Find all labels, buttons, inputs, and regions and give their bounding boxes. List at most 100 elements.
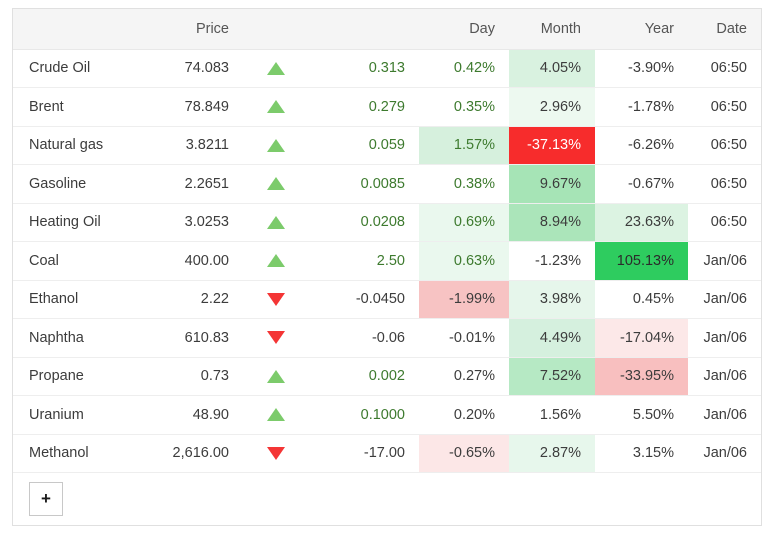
month-change-percent: -1.23% <box>509 241 595 281</box>
table-row[interactable]: Propane 0.73 0.002 0.27% 7.52% -33.95% Jan/06 <box>13 357 761 396</box>
table-row[interactable]: Methanol 2,616.00 -17.00 -0.65% 2.87% 3.15% Ja… <box>13 434 761 473</box>
direction-cell <box>243 280 309 319</box>
day-change-percent: -0.65% <box>419 434 509 473</box>
instrument-name[interactable]: Ethanol <box>13 280 133 319</box>
column-header-month[interactable]: Month <box>509 9 595 50</box>
direction-cell <box>243 357 309 396</box>
change-value: 0.313 <box>309 49 419 88</box>
direction-cell <box>243 203 309 242</box>
month-change-percent: 1.56% <box>509 395 595 435</box>
year-change-percent: -3.90% <box>595 49 688 88</box>
price-value: 3.0253 <box>133 203 243 242</box>
column-header-name[interactable] <box>13 9 133 50</box>
table-body: Crude Oil 74.083 0.313 0.42% 4.05% -3.90% 06:5… <box>13 49 761 525</box>
change-value: -0.0450 <box>309 280 419 319</box>
day-change-percent: 0.20% <box>419 395 509 435</box>
year-change-percent: 5.50% <box>595 395 688 435</box>
column-header-day[interactable]: Day <box>419 9 509 50</box>
month-change-percent: 8.94% <box>509 203 595 242</box>
table-row[interactable]: Uranium 48.90 0.1000 0.20% 1.56% 5.50% Jan/06 <box>13 395 761 435</box>
table-row[interactable]: Naphtha 610.83 -0.06 -0.01% 4.49% -17.04% Jan/… <box>13 318 761 358</box>
year-change-percent: -17.04% <box>595 318 688 358</box>
column-header-year[interactable]: Year <box>595 9 688 50</box>
year-change-percent: 23.63% <box>595 203 688 242</box>
direction-cell <box>243 164 309 204</box>
arrow-down-icon <box>267 446 285 460</box>
instrument-name[interactable]: Brent <box>13 87 133 127</box>
instrument-name[interactable]: Natural gas <box>13 126 133 165</box>
change-value: 0.0085 <box>309 164 419 204</box>
direction-cell <box>243 395 309 435</box>
quote-date: 06:50 <box>688 164 761 204</box>
change-value: 0.0208 <box>309 203 419 242</box>
change-value: 0.279 <box>309 87 419 127</box>
table-row[interactable]: Brent 78.849 0.279 0.35% 2.96% -1.78% 06:50 <box>13 87 761 127</box>
arrow-up-icon <box>267 369 285 383</box>
table-row[interactable]: Heating Oil 3.0253 0.0208 0.69% 8.94% 23.63% 0… <box>13 203 761 242</box>
month-change-percent: 3.98% <box>509 280 595 319</box>
table-row[interactable]: Crude Oil 74.083 0.313 0.42% 4.05% -3.90% 06:5… <box>13 49 761 88</box>
arrow-down-icon <box>267 292 285 306</box>
quote-date: Jan/06 <box>688 318 761 358</box>
quote-date: 06:50 <box>688 49 761 88</box>
price-value: 78.849 <box>133 87 243 127</box>
table-row[interactable]: Gasoline 2.2651 0.0085 0.38% 9.67% -0.67% 06:5… <box>13 164 761 204</box>
quote-date: Jan/06 <box>688 241 761 281</box>
direction-cell <box>243 241 309 281</box>
month-change-percent: 9.67% <box>509 164 595 204</box>
instrument-name[interactable]: Propane <box>13 357 133 396</box>
day-change-percent: 0.69% <box>419 203 509 242</box>
instrument-name[interactable]: Gasoline <box>13 164 133 204</box>
day-change-percent: 1.57% <box>419 126 509 165</box>
day-change-percent: 0.63% <box>419 241 509 281</box>
instrument-name[interactable]: Heating Oil <box>13 203 133 242</box>
footer-cell: + <box>13 473 761 525</box>
arrow-up-icon <box>267 61 285 75</box>
day-change-percent: 0.38% <box>419 164 509 204</box>
instrument-name[interactable]: Methanol <box>13 434 133 473</box>
month-change-percent: 4.49% <box>509 318 595 358</box>
change-value: -0.06 <box>309 318 419 358</box>
day-change-percent: 0.35% <box>419 87 509 127</box>
add-row-button[interactable]: + <box>29 481 63 516</box>
column-header-date[interactable]: Date <box>688 9 761 50</box>
quote-date: 06:50 <box>688 203 761 242</box>
price-value: 2.2651 <box>133 164 243 204</box>
arrow-up-icon <box>267 100 285 114</box>
direction-cell <box>243 49 309 88</box>
price-value: 2.22 <box>133 280 243 319</box>
quote-date: Jan/06 <box>688 434 761 473</box>
table-row[interactable]: Coal 400.00 2.50 0.63% -1.23% 105.13% Jan/06 <box>13 241 761 281</box>
price-value: 400.00 <box>133 241 243 281</box>
month-change-percent: 4.05% <box>509 49 595 88</box>
table-footer-row: + <box>13 473 761 525</box>
instrument-name[interactable]: Crude Oil <box>13 49 133 88</box>
arrow-up-icon <box>267 177 285 191</box>
quote-date: Jan/06 <box>688 357 761 396</box>
table-row[interactable]: Natural gas 3.8211 0.059 1.57% -37.13% -6.26%… <box>13 126 761 165</box>
price-value: 74.083 <box>133 49 243 88</box>
change-value: 0.059 <box>309 126 419 165</box>
change-value: 0.1000 <box>309 395 419 435</box>
year-change-percent: 3.15% <box>595 434 688 473</box>
table-row[interactable]: Ethanol 2.22 -0.0450 -1.99% 3.98% 0.45% Jan/06 <box>13 280 761 319</box>
table-header: Price Day Month Year Date <box>13 9 761 50</box>
day-change-percent: 0.42% <box>419 49 509 88</box>
arrow-up-icon <box>267 215 285 229</box>
commodities-quote-panel: Price Day Month Year Date Crude Oil 74.08… <box>12 8 762 526</box>
direction-cell <box>243 318 309 358</box>
quote-date: 06:50 <box>688 87 761 127</box>
price-value: 0.73 <box>133 357 243 396</box>
instrument-name[interactable]: Coal <box>13 241 133 281</box>
change-value: 0.002 <box>309 357 419 396</box>
price-value: 2,616.00 <box>133 434 243 473</box>
year-change-percent: 105.13% <box>595 241 688 281</box>
column-header-price[interactable]: Price <box>133 9 243 50</box>
table-header-row: Price Day Month Year Date <box>13 9 761 50</box>
arrow-up-icon <box>267 254 285 268</box>
instrument-name[interactable]: Naphtha <box>13 318 133 358</box>
column-header-change <box>309 9 419 50</box>
quote-date: 06:50 <box>688 126 761 165</box>
month-change-percent: 7.52% <box>509 357 595 396</box>
instrument-name[interactable]: Uranium <box>13 395 133 435</box>
